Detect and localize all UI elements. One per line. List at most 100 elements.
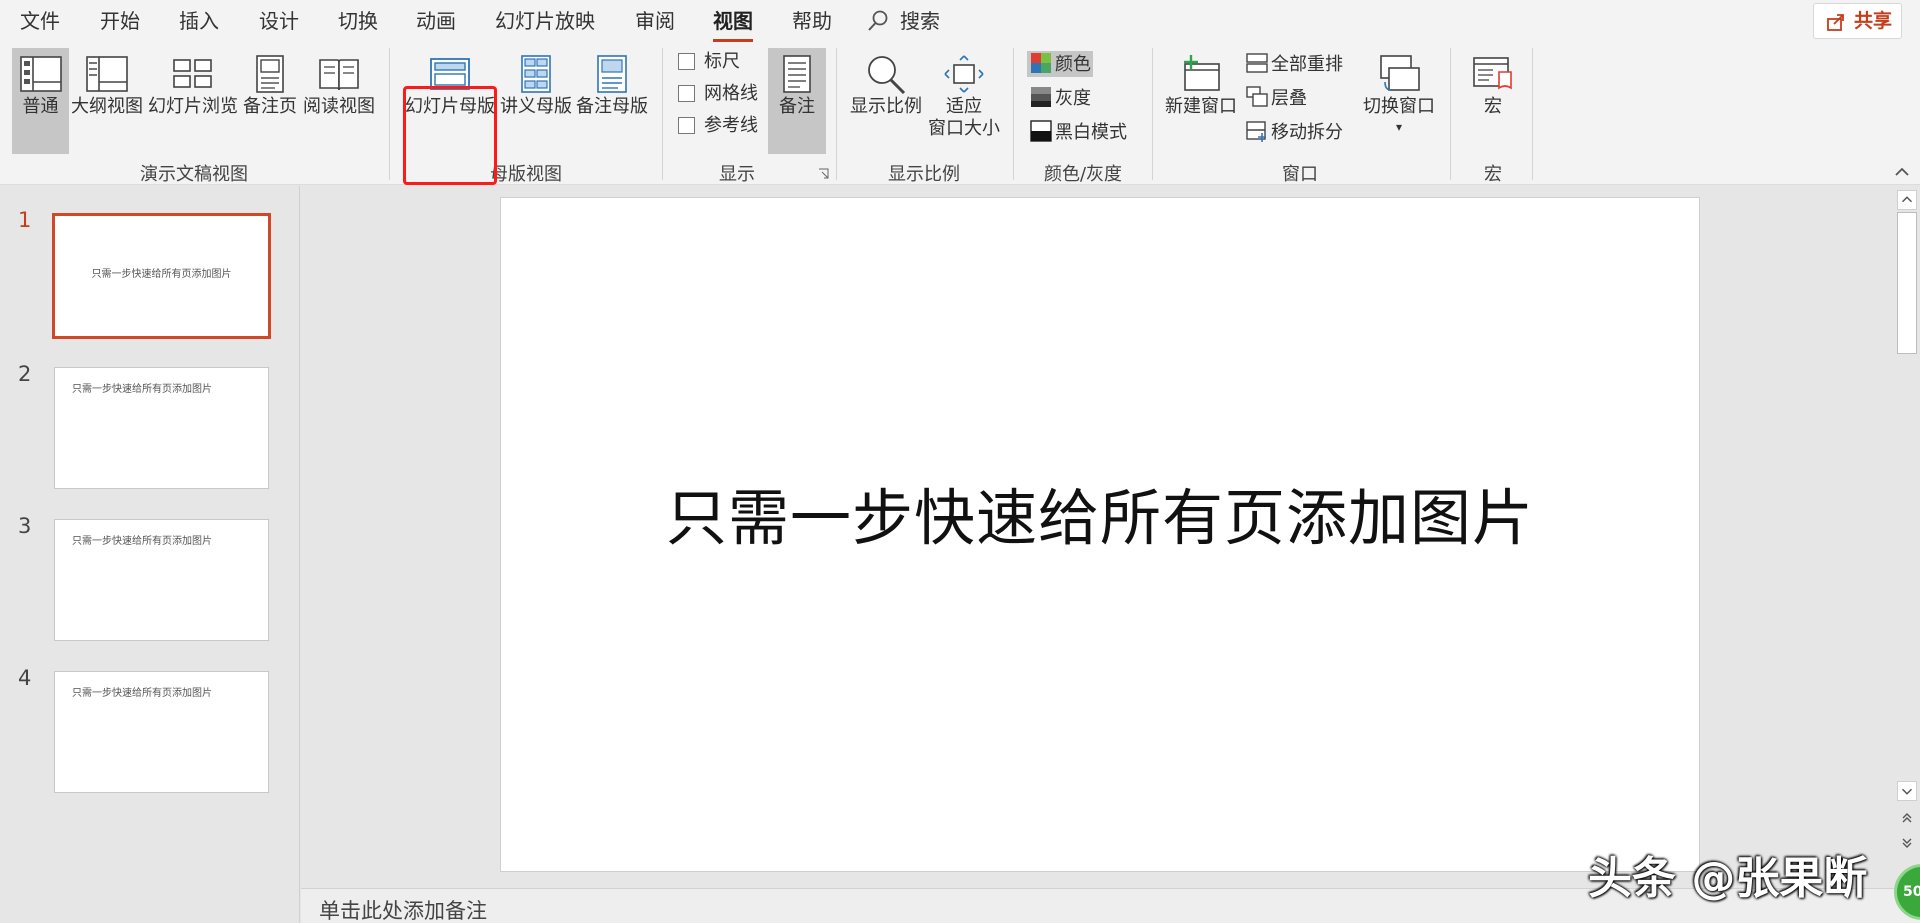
- fit-label-line2: 窗口大小: [928, 118, 1000, 139]
- normal-view-label: 普通: [22, 96, 59, 117]
- zoom-button[interactable]: 显示比例: [848, 48, 924, 118]
- slide-thumbnail-3[interactable]: 只需一步快速给所有页添加图片: [54, 519, 269, 641]
- macros-label: 宏: [1484, 96, 1502, 117]
- cascade-label: 层叠: [1271, 88, 1307, 109]
- color-icon: [1031, 53, 1051, 73]
- scroll-down-icon[interactable]: [1897, 781, 1917, 801]
- slide-number: 2: [18, 362, 32, 386]
- search-icon[interactable]: [867, 9, 889, 33]
- tab-home[interactable]: 开始: [100, 9, 140, 33]
- share-icon: [1827, 14, 1844, 31]
- slide-sorter-icon: [173, 59, 212, 88]
- tab-transitions[interactable]: 切换: [338, 9, 378, 33]
- tab-insert[interactable]: 插入: [179, 9, 219, 33]
- gridlines-checkbox[interactable]: 网格线: [678, 83, 758, 105]
- tab-slideshow[interactable]: 幻灯片放映: [495, 9, 595, 33]
- scrollbar-thumb[interactable]: [1897, 212, 1917, 354]
- search-box[interactable]: 搜索: [900, 9, 940, 33]
- slide-number: 3: [18, 514, 32, 538]
- normal-view-button[interactable]: 普通: [12, 48, 69, 154]
- move-split-label: 移动拆分: [1271, 122, 1343, 143]
- arrange-all-label: 全部重排: [1271, 54, 1343, 75]
- notes-page-label: 备注页: [243, 96, 297, 117]
- dialog-launcher-icon[interactable]: [818, 168, 829, 179]
- ruler-checkbox[interactable]: 标尺: [678, 51, 740, 73]
- ribbon-divider: [1450, 48, 1451, 180]
- cascade-icon: [1246, 86, 1268, 107]
- scroll-up-icon[interactable]: [1897, 190, 1917, 210]
- outline-view-button[interactable]: 大纲视图: [70, 48, 144, 118]
- ribbon-divider: [836, 48, 837, 180]
- tab-review[interactable]: 审阅: [635, 9, 675, 33]
- switch-windows-button[interactable]: 切换窗口 ▾: [1360, 48, 1438, 138]
- slide-sorter-button[interactable]: 幻灯片浏览: [147, 48, 239, 118]
- notes-master-button[interactable]: 备注母版: [576, 48, 648, 118]
- notes-toggle-label: 备注: [779, 96, 815, 117]
- grayscale-button[interactable]: 灰度: [1029, 85, 1091, 111]
- slide-title[interactable]: 只需一步快速给所有页添加图片: [501, 468, 1699, 557]
- tab-design[interactable]: 设计: [259, 9, 299, 33]
- slide-thumbnail-1[interactable]: 只需一步快速给所有页添加图片: [52, 213, 271, 339]
- arrange-all-icon: [1246, 53, 1268, 73]
- group-label-show: 显示: [719, 164, 755, 185]
- next-slide-icon[interactable]: [1900, 836, 1914, 850]
- handout-master-button[interactable]: 讲义母版: [500, 48, 572, 118]
- notes-master-label: 备注母版: [576, 96, 648, 117]
- current-slide[interactable]: 只需一步快速给所有页添加图片: [500, 197, 1700, 872]
- share-button[interactable]: 共享: [1813, 3, 1902, 39]
- macros-icon: [1473, 57, 1512, 90]
- highlight-annotation-box: [403, 86, 497, 185]
- handout-master-label: 讲义母版: [500, 96, 572, 117]
- new-window-label: 新建窗口: [1165, 96, 1237, 117]
- ribbon-divider: [1013, 48, 1014, 180]
- guides-checkbox[interactable]: 参考线: [678, 115, 758, 137]
- notes-toggle-button[interactable]: 备注: [768, 48, 826, 154]
- slide-thumbnail-4[interactable]: 只需一步快速给所有页添加图片: [54, 671, 269, 793]
- reading-view-icon: [319, 59, 359, 91]
- move-split-button[interactable]: 移动拆分: [1245, 119, 1343, 145]
- tab-view[interactable]: 视图: [713, 9, 753, 42]
- switch-windows-icon: [1380, 55, 1420, 91]
- ribbon-divider: [662, 48, 663, 180]
- tab-help[interactable]: 帮助: [792, 9, 832, 33]
- tab-animations[interactable]: 动画: [416, 9, 456, 33]
- fit-label-line1: 适应: [946, 96, 982, 117]
- black-white-label: 黑白模式: [1055, 122, 1127, 143]
- group-label-macros: 宏: [1484, 164, 1502, 185]
- notes-page-button[interactable]: 备注页: [242, 48, 298, 118]
- new-window-button[interactable]: 新建窗口: [1163, 48, 1239, 118]
- normal-view-icon: [19, 56, 62, 92]
- ribbon-divider: [1532, 48, 1533, 180]
- ribbon: 普通 大纲视图 幻灯片浏览 备注页 阅读视图 演示文稿视图 幻灯片母版 讲义母版…: [0, 42, 1920, 185]
- move-split-icon: [1246, 121, 1266, 142]
- share-label: 共享: [1854, 10, 1893, 32]
- previous-slide-icon[interactable]: [1900, 811, 1914, 825]
- switch-windows-label: 切换窗口: [1363, 96, 1435, 117]
- macros-button[interactable]: 宏: [1462, 48, 1524, 118]
- thumbnail-text: 只需一步快速给所有页添加图片: [91, 269, 232, 280]
- ribbon-divider: [389, 48, 390, 180]
- thumbnail-text: 只需一步快速给所有页添加图片: [72, 384, 212, 395]
- powerpoint-window: 文件 开始 插入 设计 切换 动画 幻灯片放映 审阅 视图 帮助 搜索 共享 普…: [0, 0, 1920, 923]
- reading-view-button[interactable]: 阅读视图: [302, 48, 376, 118]
- tab-file[interactable]: 文件: [20, 9, 60, 33]
- cascade-button[interactable]: 层叠: [1245, 85, 1307, 111]
- grayscale-icon: [1031, 87, 1051, 107]
- thumbnail-text: 只需一步快速给所有页添加图片: [72, 688, 212, 699]
- checkbox-box: [678, 117, 695, 134]
- notes-placeholder[interactable]: 单击此处添加备注: [319, 895, 487, 923]
- slide-number: 4: [18, 666, 32, 690]
- watermark-text: 头条 @张果断: [1588, 853, 1868, 904]
- arrange-all-button[interactable]: 全部重排: [1245, 51, 1343, 77]
- notes-master-icon: [597, 55, 627, 93]
- vertical-scrollbar[interactable]: [1894, 186, 1920, 888]
- fit-to-window-button[interactable]: 适应 窗口大小: [928, 48, 1000, 140]
- outline-view-label: 大纲视图: [71, 96, 143, 117]
- collapse-ribbon-icon[interactable]: [1894, 164, 1910, 178]
- checkbox-box: [678, 85, 695, 102]
- black-white-button[interactable]: 黑白模式: [1029, 119, 1127, 145]
- slide-number: 1: [18, 208, 32, 232]
- group-label-zoom: 显示比例: [888, 164, 960, 185]
- slide-thumbnail-2[interactable]: 只需一步快速给所有页添加图片: [54, 367, 269, 489]
- color-mode-button[interactable]: 颜色: [1027, 51, 1093, 77]
